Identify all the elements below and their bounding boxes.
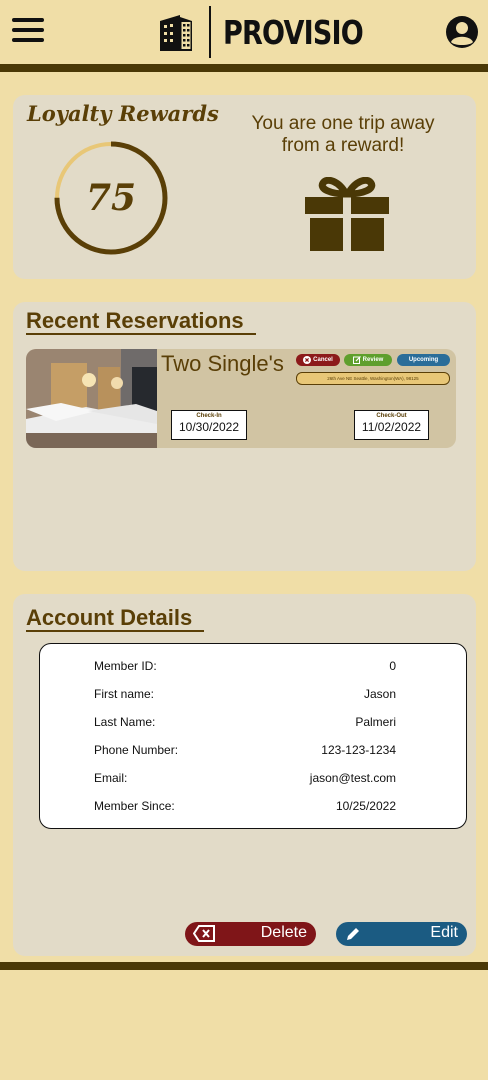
reservations-title: Recent Reservations — [26, 308, 256, 335]
reward-message: You are one trip away from a reward! — [251, 113, 435, 156]
brand-name: PROVISIO — [223, 12, 364, 52]
detail-value: Jason — [363, 687, 396, 701]
review-label: Review — [362, 357, 384, 363]
brand-logo[interactable]: PROVISIO — [158, 6, 394, 58]
reservation-item[interactable]: Two Single's Cancel Review Upcoming 26th… — [26, 349, 456, 448]
detail-row-member-id: Member ID: 0 — [94, 659, 396, 675]
check-out-value: 11/02/2022 — [361, 420, 422, 434]
detail-label: Email: — [94, 771, 128, 785]
check-in-value: 10/30/2022 — [178, 420, 240, 434]
header-divider — [0, 64, 488, 72]
cancel-label: Cancel — [313, 357, 333, 363]
detail-row-last-name: Last Name: Palmeri — [94, 715, 396, 731]
review-button[interactable]: Review — [344, 354, 392, 366]
recent-reservations-card: Recent Reservations Two Single's Cancel … — [13, 302, 476, 571]
gift-icon — [305, 177, 389, 251]
detail-value: Palmeri — [355, 715, 396, 729]
footer-divider — [0, 962, 488, 970]
detail-label: Member ID: — [94, 659, 157, 673]
account-title: Account Details — [26, 605, 205, 632]
status-badge: Upcoming — [397, 354, 450, 366]
edit-review-icon — [352, 356, 361, 364]
room-photo — [26, 349, 157, 448]
cancel-icon — [303, 356, 312, 364]
user-account-icon[interactable] — [445, 15, 479, 49]
detail-label: Member Since: — [94, 799, 175, 813]
pencil-icon — [347, 928, 359, 940]
hamburger-menu-icon[interactable] — [12, 17, 44, 43]
detail-value: 0 — [389, 659, 396, 673]
check-out-date: Check-Out 11/02/2022 — [354, 410, 429, 440]
app-header: PROVISIO — [0, 0, 488, 64]
loyalty-title: Loyalty Rewards — [27, 101, 219, 126]
edit-account-button[interactable]: Edit — [336, 922, 467, 946]
account-details-box: Member ID: 0 First name: Jason Last Name… — [39, 643, 467, 829]
detail-value: jason@test.com — [309, 771, 396, 785]
detail-row-email: Email: jason@test.com — [94, 771, 396, 787]
detail-value: 10/25/2022 — [335, 799, 396, 813]
backspace-delete-icon — [193, 925, 215, 942]
detail-row-first-name: First name: Jason — [94, 687, 396, 703]
logo-divider — [209, 6, 211, 58]
check-in-date: Check-In 10/30/2022 — [171, 410, 247, 440]
delete-account-button[interactable]: Delete — [185, 922, 316, 946]
detail-label: Phone Number: — [94, 743, 179, 757]
loyalty-rewards-card: Loyalty Rewards 75 You are one trip away… — [13, 95, 476, 279]
cancel-button[interactable]: Cancel — [296, 354, 340, 366]
edit-label: Edit — [430, 924, 458, 941]
check-in-label: Check-In — [196, 413, 222, 419]
delete-label: Delete — [260, 924, 307, 941]
account-details-card: Account Details Member ID: 0 First name:… — [13, 594, 476, 956]
loyalty-points: 75 — [85, 177, 137, 219]
detail-label: Last Name: — [94, 715, 156, 729]
room-name: Two Single's — [161, 351, 284, 376]
detail-row-phone: Phone Number: 123-123-1234 — [94, 743, 396, 759]
check-out-label: Check-Out — [376, 413, 407, 419]
detail-value: 123-123-1234 — [321, 743, 396, 757]
detail-label: First name: — [94, 687, 155, 701]
detail-row-member-since: Member Since: 10/25/2022 — [94, 799, 396, 815]
building-icon — [160, 15, 192, 51]
hotel-address: 26th Ave NE Seattle, Washington(WA), 981… — [296, 372, 450, 385]
